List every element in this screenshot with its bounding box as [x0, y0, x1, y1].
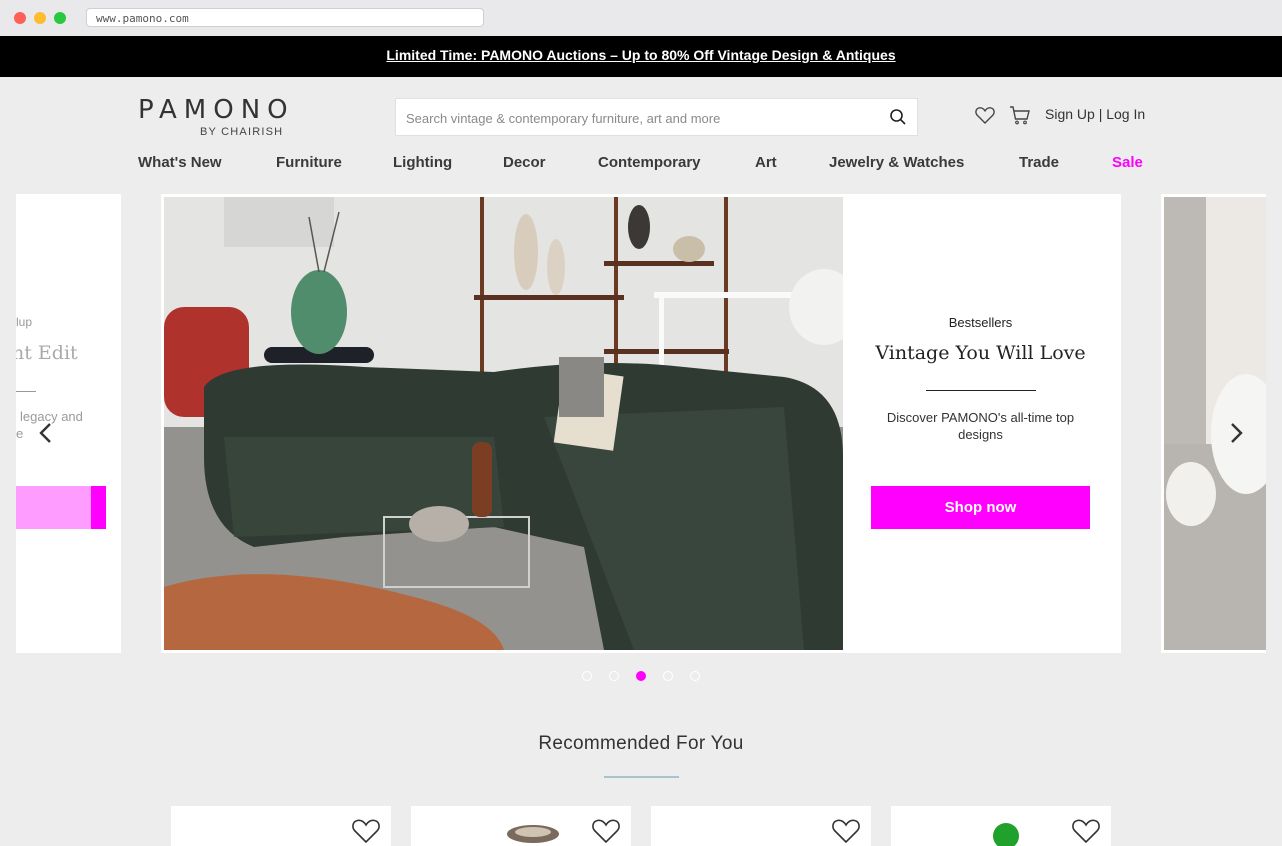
slide-eyebrow: Bestsellers [948, 315, 1013, 330]
nav-item-jewelry-watches[interactable]: Jewelry & Watches [829, 154, 964, 171]
logo-wordmark: PAMONO [138, 95, 295, 125]
main-navigation: What's New Furniture Lighting Decor Cont… [138, 154, 1144, 176]
account-links: Sign Up | Log In [1045, 106, 1145, 122]
favorite-heart-icon[interactable] [1071, 818, 1101, 844]
product-card[interactable] [171, 806, 391, 846]
prev-slide-button[interactable] [16, 486, 91, 529]
cart-icon[interactable] [1009, 104, 1031, 126]
nav-item-decor[interactable]: Decor [503, 154, 546, 171]
prev-slide-button-edge [91, 486, 106, 529]
nav-item-art[interactable]: Art [755, 154, 777, 171]
favorite-heart-icon[interactable] [591, 818, 621, 844]
prev-slide-rule [16, 391, 36, 392]
product-thumbnail [993, 823, 1019, 846]
log-in-link[interactable]: Log In [1106, 106, 1145, 122]
nav-item-sale[interactable]: Sale [1112, 154, 1143, 171]
carousel-slide-previous[interactable]: lup nt Edit legacy and e [16, 194, 121, 653]
pamono-logo[interactable]: PAMONO BY CHAIRISH [138, 95, 340, 141]
product-card[interactable] [411, 806, 631, 846]
prev-slide-title: nt Edit [16, 342, 78, 364]
recommended-underline [604, 776, 679, 778]
living-room-photo[interactable] [164, 197, 843, 650]
prev-slide-desc-2: e [16, 426, 24, 441]
carousel-prev-arrow-icon[interactable] [34, 420, 58, 446]
close-window-button[interactable] [14, 12, 26, 24]
nav-item-contemporary[interactable]: Contemporary [598, 154, 701, 171]
sign-up-link[interactable]: Sign Up [1045, 106, 1095, 122]
product-card[interactable] [651, 806, 871, 846]
next-slide-photo [1164, 197, 1266, 650]
slide-title: Vintage You Will Love [875, 342, 1086, 364]
heart-icon[interactable] [974, 104, 996, 126]
shop-now-button[interactable]: Shop now [871, 486, 1090, 529]
nav-item-furniture[interactable]: Furniture [276, 154, 342, 171]
recommended-heading: Recommended For You [538, 733, 744, 754]
auth-separator: | [1098, 106, 1103, 122]
minimize-window-button[interactable] [34, 12, 46, 24]
carousel-next-arrow-icon[interactable] [1224, 420, 1248, 446]
carousel-slide-current: Bestsellers Vintage You Will Love Discov… [161, 194, 1121, 653]
promo-link[interactable]: Limited Time: PAMONO Auctions – Up to 80… [386, 47, 895, 63]
maximize-window-button[interactable] [54, 12, 66, 24]
nav-item-trade[interactable]: Trade [1019, 154, 1059, 171]
slide-text-panel: Bestsellers Vintage You Will Love Discov… [871, 194, 1090, 653]
carousel-dot-3[interactable] [636, 671, 646, 681]
browser-toolbar: www.pamono.com [0, 0, 1282, 37]
carousel-pagination [580, 671, 704, 685]
nav-item-lighting[interactable]: Lighting [393, 154, 452, 171]
favorite-heart-icon[interactable] [351, 818, 381, 844]
product-card[interactable] [891, 806, 1111, 846]
slide-divider [926, 390, 1036, 391]
carousel-dot-4[interactable] [663, 671, 673, 681]
search-icon[interactable] [889, 108, 907, 126]
carousel-dot-1[interactable] [582, 671, 592, 681]
address-bar[interactable]: www.pamono.com [86, 8, 484, 27]
search-bar [395, 98, 918, 137]
slide-description: Discover PAMONO's all-time top designs [886, 410, 1075, 442]
carousel-dot-2[interactable] [609, 671, 619, 681]
nav-item-whats-new[interactable]: What's New [138, 154, 222, 171]
search-input[interactable] [396, 99, 888, 137]
logo-subtitle: BY CHAIRISH [200, 126, 284, 138]
favorite-heart-icon[interactable] [831, 818, 861, 844]
prev-slide-eyebrow: lup [16, 315, 33, 329]
carousel-dot-5[interactable] [690, 671, 700, 681]
carousel-slide-next[interactable] [1161, 194, 1266, 653]
product-thumbnail [507, 825, 559, 843]
promo-banner: Limited Time: PAMONO Auctions – Up to 80… [0, 36, 1282, 77]
